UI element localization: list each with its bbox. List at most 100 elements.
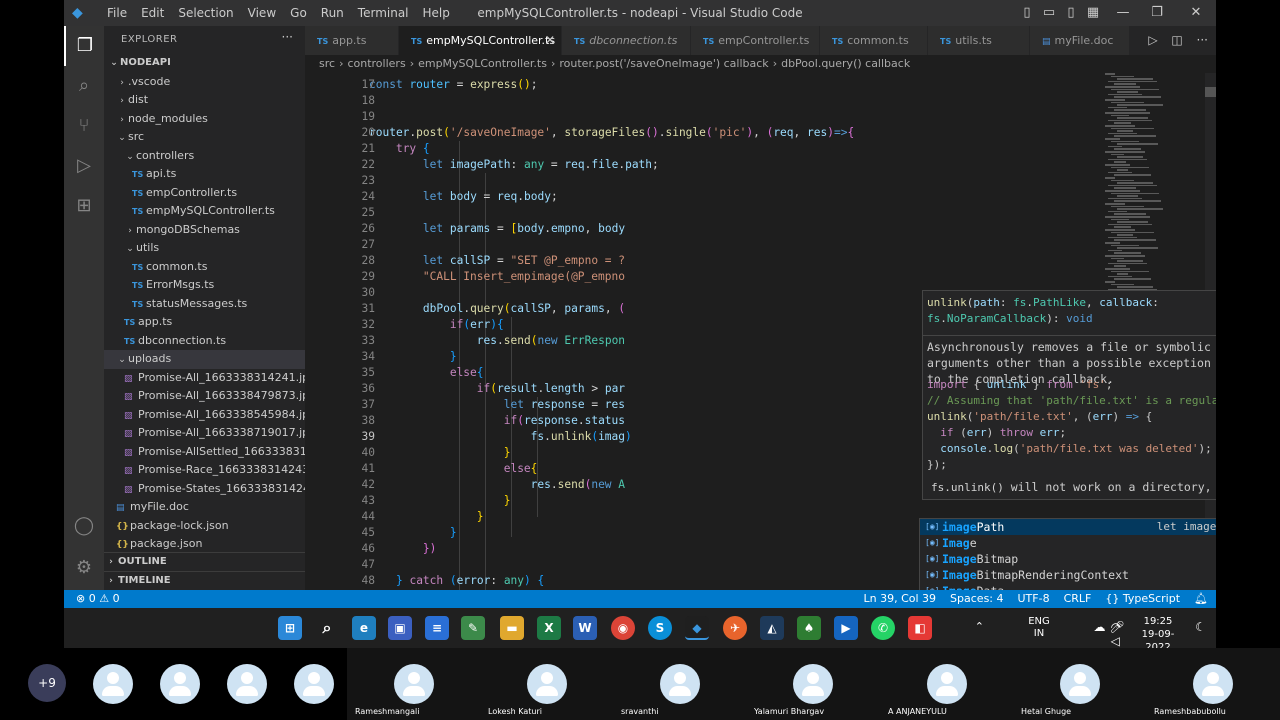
participant-tile[interactable] xyxy=(146,648,213,720)
notifications-bell-icon[interactable]: 🔔︎ xyxy=(1194,590,1208,608)
start-windows-icon[interactable]: ⊞ xyxy=(278,616,302,640)
participant-tile[interactable] xyxy=(213,648,280,720)
code-line[interactable]: if(err){ xyxy=(369,317,504,333)
tab-myfile-doc[interactable]: ▤ myFile.doc xyxy=(1030,26,1130,55)
tree-folder[interactable]: ⌄ uploads xyxy=(104,350,305,369)
more-actions-icon[interactable]: ··· xyxy=(282,30,293,44)
project-root[interactable]: ⌄ NODEAPI xyxy=(104,54,305,73)
tab-app-ts[interactable]: TS app.ts xyxy=(305,26,399,55)
close-window-button[interactable]: ✕ xyxy=(1185,0,1207,26)
participant-tile[interactable]: Yalamuri Bhargav xyxy=(746,648,880,720)
breadcrumb-item[interactable]: dbPool.query() callback xyxy=(781,57,910,70)
code-line[interactable]: } xyxy=(369,525,457,541)
scrollbar-thumb[interactable] xyxy=(1205,87,1216,97)
participant-tile[interactable] xyxy=(80,648,146,720)
breadcrumb-item[interactable]: empMySQLController.ts xyxy=(418,57,547,70)
tree-folder[interactable]: ⌄ utils xyxy=(104,239,305,258)
tree-file[interactable]: TS app.ts xyxy=(104,313,305,332)
tree-file[interactable]: ▨ Promise-AllSettled_1663338314... xyxy=(104,443,305,462)
mysql-workbench-icon[interactable]: ◭ xyxy=(760,616,784,640)
file-explorer-icon[interactable]: ▬ xyxy=(500,616,524,640)
customize-layout-icon[interactable]: ▦ xyxy=(1082,0,1104,26)
chrome-icon[interactable]: ◉ xyxy=(611,616,635,640)
tree-file[interactable]: ▨ Promise-States_1663338314246.... xyxy=(104,480,305,499)
code-line[interactable]: dbPool.query(callSP, params, ( xyxy=(369,301,625,317)
code-line[interactable]: const router = express(); xyxy=(369,77,537,93)
menu-go[interactable]: Go xyxy=(283,0,314,26)
problems-indicator[interactable]: ⊗ 0 ⚠ 0 xyxy=(76,590,120,608)
tab-empmysqlcontroller-ts[interactable]: TS empMySQLController.ts ✕ xyxy=(399,26,562,55)
code-line[interactable]: res.send(new ErrRespon xyxy=(369,333,625,349)
end-of-line[interactable]: CRLF xyxy=(1064,590,1092,608)
media-player-icon[interactable]: ▶ xyxy=(834,616,858,640)
more-actions-icon[interactable]: ··· xyxy=(1197,33,1208,47)
tree-file[interactable]: TS ErrorMsgs.ts xyxy=(104,276,305,295)
account-icon[interactable]: ◯ xyxy=(64,506,104,546)
tree-folder[interactable]: › .vscode xyxy=(104,73,305,92)
restore-button[interactable]: ❐ xyxy=(1146,0,1168,26)
tree-file[interactable]: ▤ myFile.doc xyxy=(104,498,305,517)
notepad-icon[interactable]: ≡ xyxy=(425,616,449,640)
code-line[interactable]: "CALL Insert_empimage(@P_empno xyxy=(369,269,625,285)
minimize-button[interactable]: — xyxy=(1112,0,1134,26)
code-line[interactable]: else{ xyxy=(369,461,538,477)
suggestion-item[interactable]: [◉]imagePath let imagePath: any xyxy=(920,519,1216,535)
tree-folder[interactable]: › node_modules xyxy=(104,110,305,129)
code-line[interactable]: } xyxy=(369,445,511,461)
participant-tile[interactable]: Rameshbabubollu xyxy=(1146,648,1280,720)
vscode-taskbar-icon[interactable]: ◆ xyxy=(685,616,709,640)
suggestion-item[interactable]: [◉] Image xyxy=(920,535,1216,551)
code-line[interactable]: } xyxy=(369,493,511,509)
timeline-section[interactable]: › TIMELINE xyxy=(104,571,305,589)
extensions-icon[interactable]: ⊞ xyxy=(64,186,104,226)
code-line[interactable]: } catch (error: any) { xyxy=(369,573,544,589)
participant-tile[interactable]: sravanthi xyxy=(613,648,746,720)
toggle-panel-icon[interactable]: ▭ xyxy=(1038,0,1060,26)
source-control-icon[interactable]: ⑂ xyxy=(64,106,104,146)
split-editor-icon[interactable]: ◫ xyxy=(1171,33,1182,47)
tab-common-ts[interactable]: TS common.ts xyxy=(820,26,928,55)
code-line[interactable]: else{ xyxy=(369,365,484,381)
tree-file[interactable]: TS api.ts xyxy=(104,165,305,184)
tab-dbconnection-ts[interactable]: TS dbconnection.ts xyxy=(562,26,691,55)
tree-file[interactable]: ▨ Promise-All_1663338479873.jpg xyxy=(104,387,305,406)
cursor-position[interactable]: Ln 39, Col 39 xyxy=(863,590,936,608)
code-line[interactable]: res.send(new A xyxy=(369,477,625,493)
tree-file[interactable]: {}package-lock.json xyxy=(104,517,305,536)
chevron-up-icon[interactable]: ⌃ xyxy=(975,620,984,633)
breadcrumb-item[interactable]: router.post('/saveOneImage') callback xyxy=(559,57,768,70)
tab-empcontroller-ts[interactable]: TS empController.ts xyxy=(691,26,820,55)
search-icon[interactable]: ⌕ xyxy=(64,66,104,106)
tree-folder[interactable]: › mongoDBSchemas xyxy=(104,221,305,240)
code-line[interactable]: let response = res xyxy=(369,397,625,413)
suggestion-item[interactable]: [◉] ImageBitmapRenderingContext xyxy=(920,567,1216,583)
tree-file[interactable]: ▨ Promise-Race_1663338314243.j... xyxy=(104,461,305,480)
code-editor[interactable]: } catch (error: any) {48 47 }) 46 } 45 } 44 … xyxy=(305,73,1216,590)
code-line[interactable]: } xyxy=(369,509,484,525)
toggle-secondary-sidebar-icon[interactable]: ▯ xyxy=(1060,0,1082,26)
participant-tile[interactable] xyxy=(280,648,347,720)
menu-terminal[interactable]: Terminal xyxy=(351,0,416,26)
suggestion-item[interactable]: [◉]ImageData xyxy=(920,583,1216,590)
participant-tile[interactable]: Hetal Ghuge xyxy=(1013,648,1146,720)
tree-folder[interactable]: ⌄ controllers xyxy=(104,147,305,166)
more-participants-badge[interactable]: +9 xyxy=(28,664,66,702)
tree-file[interactable]: TS empMySQLController.ts xyxy=(104,202,305,221)
manage-gear-icon[interactable]: ⚙ xyxy=(64,548,104,588)
skype-icon[interactable]: S xyxy=(648,616,672,640)
edge-browser-icon[interactable]: e xyxy=(352,616,376,640)
tree-file[interactable]: ▨ Promise-All_1663338719017.jpg xyxy=(104,424,305,443)
tree-folder[interactable]: › dist xyxy=(104,91,305,110)
code-line[interactable]: }) xyxy=(369,541,436,557)
tree-folder[interactable]: ⌄ src xyxy=(104,128,305,147)
menu-edit[interactable]: Edit xyxy=(134,0,171,26)
run-icon[interactable]: ▷ xyxy=(1148,33,1157,47)
indentation[interactable]: Spaces: 4 xyxy=(950,590,1003,608)
code-line[interactable]: let params = [body.empno, body xyxy=(369,221,625,237)
menu-view[interactable]: View xyxy=(241,0,283,26)
tree-file[interactable]: ▨ Promise-All_1663338314241.jpg xyxy=(104,369,305,388)
menu-run[interactable]: Run xyxy=(314,0,351,26)
menu-help[interactable]: Help xyxy=(416,0,457,26)
close-tab-icon[interactable]: ✕ xyxy=(545,26,555,55)
tree-file[interactable]: TS statusMessages.ts xyxy=(104,295,305,314)
